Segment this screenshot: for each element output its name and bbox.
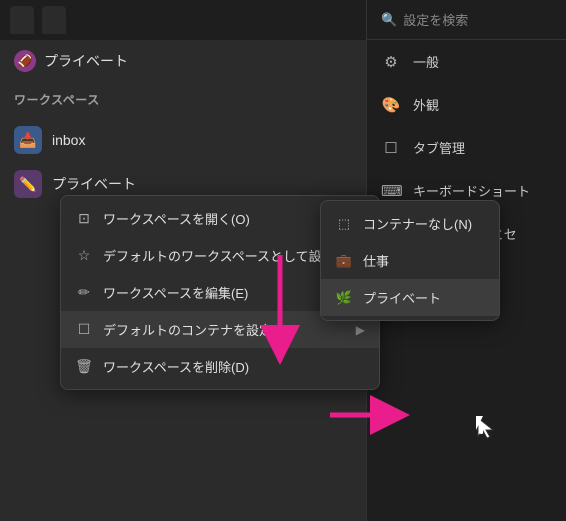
leaf-icon: 🌿 <box>335 290 353 306</box>
profile-emoji: 🏈 <box>18 54 33 68</box>
appearance-icon: 🎨 <box>381 96 401 114</box>
inbox-label: inbox <box>52 132 396 148</box>
profile-icon: 🏈 <box>14 50 36 72</box>
search-icon: 🔍 <box>381 12 397 28</box>
edit-icon: ✏ <box>75 284 93 301</box>
container-icon: ☐ <box>75 321 93 338</box>
trash-icon: 🗑 <box>75 358 93 375</box>
private-icon: ✏️ <box>14 170 42 198</box>
inbox-icon: 📥 <box>14 126 42 154</box>
chevron-right-icon: ▶ <box>356 323 365 337</box>
work-icon: 💼 <box>335 253 353 269</box>
submenu-private-label: プライベート <box>363 288 441 307</box>
submenu-none[interactable]: ⬚ コンテナーなし(N) <box>321 205 499 242</box>
tabs-icon: ☐ <box>381 139 401 157</box>
private-label: プライベート <box>52 174 370 194</box>
general-label: 一般 <box>413 52 439 71</box>
container-submenu: ⬚ コンテナーなし(N) 💼 仕事 🌿 プライベート <box>320 200 500 321</box>
tab-1[interactable] <box>10 6 34 34</box>
inbox-item[interactable]: 📥 inbox <box>0 118 410 162</box>
workspace-header: ワークスペース ↕ + <box>0 82 410 118</box>
general-icon: ⚙ <box>381 53 401 71</box>
settings-appearance[interactable]: 🎨 外観 <box>367 83 566 126</box>
submenu-work[interactable]: 💼 仕事 <box>321 242 499 279</box>
submenu-private[interactable]: 🌿 プライベート <box>321 279 499 316</box>
workspace-title: ワークスペース <box>14 91 100 108</box>
keyboard-icon: ⌨ <box>381 182 401 200</box>
star-icon: ☆ <box>75 247 93 264</box>
context-delete[interactable]: 🗑 ワークスペースを削除(D) <box>61 348 379 385</box>
context-edit-label: ワークスペースを編集(E) <box>103 283 248 302</box>
open-icon: ⊡ <box>75 210 93 227</box>
context-set-default-label: デフォルトのワークスペースとして設定(S) <box>103 246 352 265</box>
context-delete-label: ワークスペースを削除(D) <box>103 357 249 376</box>
settings-tabs[interactable]: ☐ タブ管理 <box>367 126 566 169</box>
profile-row[interactable]: 🏈 プライベート <box>0 40 410 82</box>
keyboard-label: キーボードショート <box>413 181 530 200</box>
submenu-work-label: 仕事 <box>363 251 389 270</box>
tabs-label: タブ管理 <box>413 138 465 157</box>
profile-name: プライベート <box>44 51 128 71</box>
context-open-label: ワークスペースを開く(O) <box>103 209 250 228</box>
appearance-label: 外観 <box>413 95 439 114</box>
settings-search-bar[interactable]: 🔍 設定を検索 <box>367 0 566 40</box>
settings-general[interactable]: ⚙ 一般 <box>367 40 566 83</box>
none-icon: ⬚ <box>335 216 353 232</box>
tab-2[interactable] <box>42 6 66 34</box>
submenu-none-label: コンテナーなし(N) <box>363 214 472 233</box>
context-set-container-label: デフォルトのコンテナを設定(O) <box>103 320 291 339</box>
top-bar <box>0 0 410 40</box>
search-placeholder: 設定を検索 <box>403 10 468 29</box>
